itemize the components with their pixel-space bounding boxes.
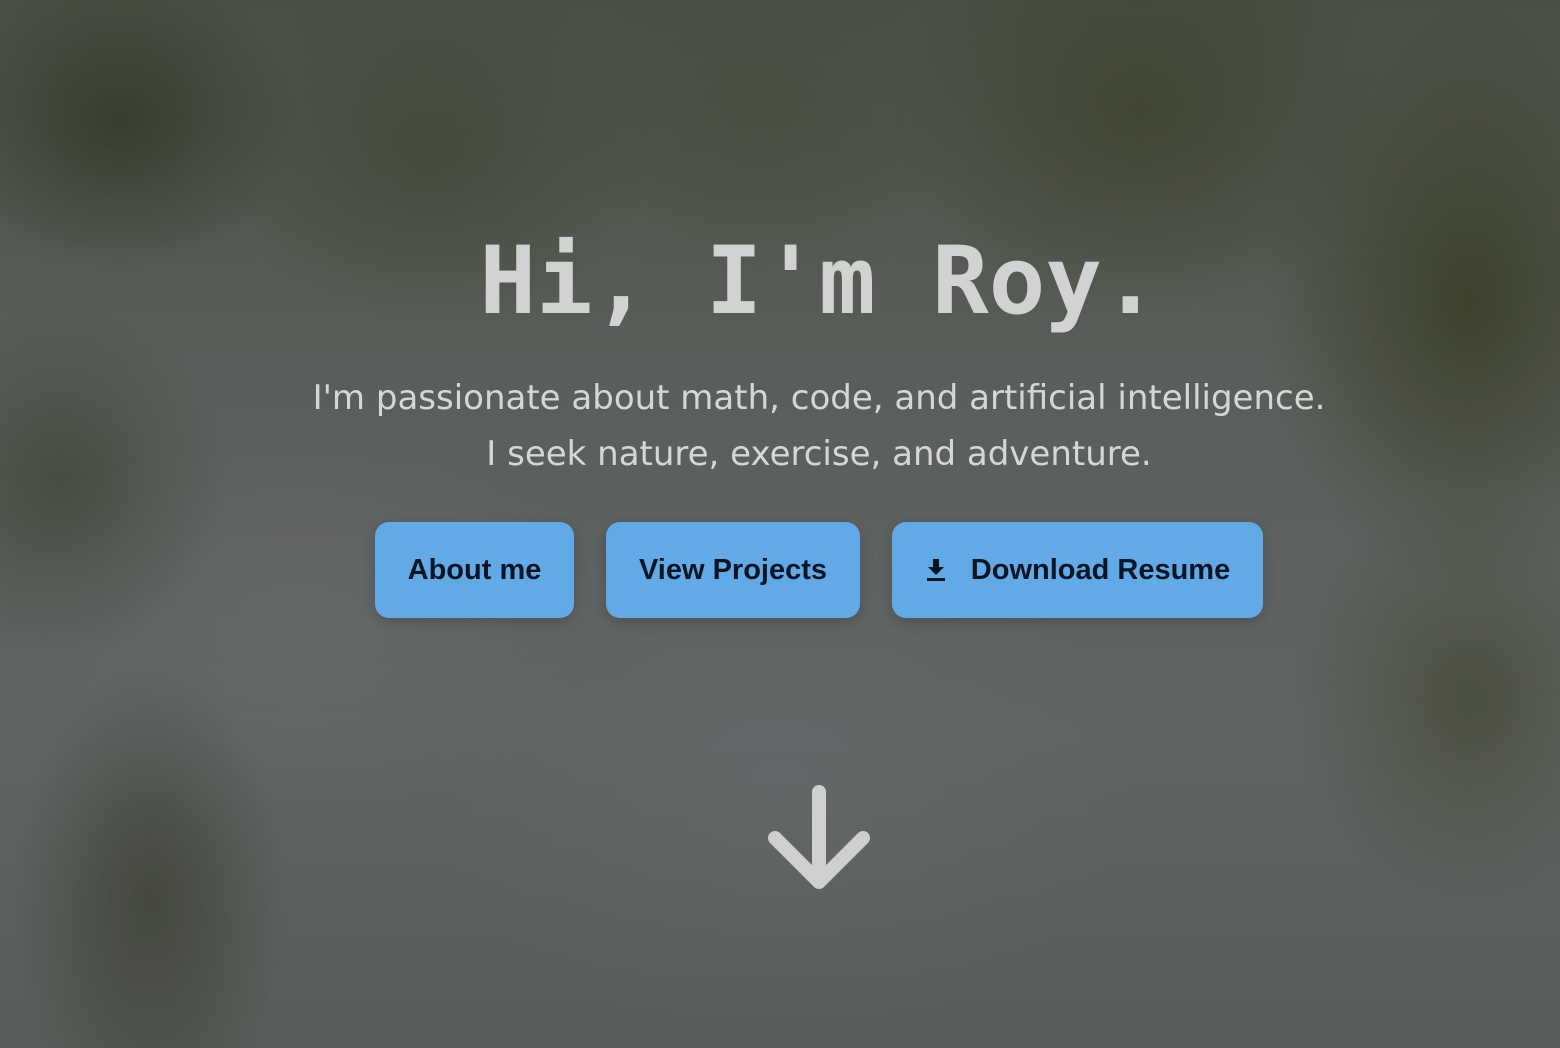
view-projects-button[interactable]: View Projects — [606, 522, 860, 618]
tagline-line-2: I seek nature, exercise, and adventure. — [486, 434, 1152, 474]
download-icon — [926, 559, 945, 581]
hero-actions: About me View Projects Download Resume — [375, 522, 1263, 618]
download-resume-label: Download Resume — [970, 553, 1231, 586]
view-projects-label: View Projects — [638, 553, 828, 586]
about-me-label: About me — [407, 553, 542, 586]
download-resume-button[interactable]: Download Resume — [892, 522, 1263, 618]
hero-section: Hi, I'm Roy. I'm passionate about math, … — [0, 0, 1560, 1048]
tagline-line-1: I'm passionate about math, code, and art… — [312, 378, 1326, 418]
hero-title: Hi, I'm Roy. — [479, 227, 1159, 336]
arrow-down-icon[interactable] — [762, 782, 876, 896]
about-me-button[interactable]: About me — [375, 522, 574, 618]
